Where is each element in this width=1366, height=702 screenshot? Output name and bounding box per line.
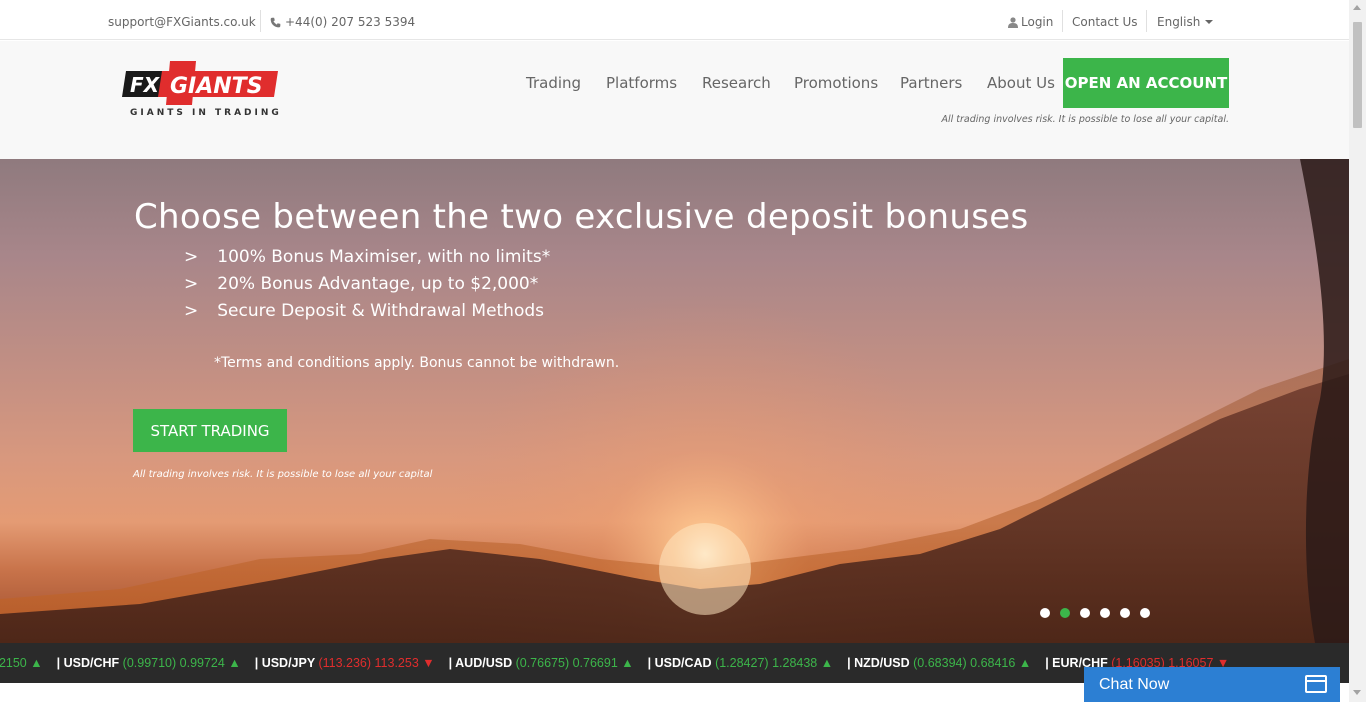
ticker-pair: USD/JPY (261, 656, 315, 670)
nav-about-us[interactable]: About Us (987, 74, 1055, 92)
scroll-down-arrow-icon[interactable] (1353, 690, 1361, 695)
vertical-scrollbar[interactable] (1349, 0, 1366, 702)
hero-risk-warning: All trading involves risk. It is possibl… (133, 469, 433, 480)
ticker-pair: USD/CAD (654, 656, 712, 670)
ticker-bid: (0.99710) (122, 656, 177, 670)
carousel-dots (1040, 608, 1150, 618)
arrow-up-icon: ▲ (30, 656, 43, 670)
carousel-dot-4[interactable] (1100, 608, 1110, 618)
language-label: English (1157, 15, 1201, 29)
carousel-dot-6[interactable] (1140, 608, 1150, 618)
ticker-item: | AUD/USD (0.76675) 0.76691 ▲ (448, 656, 634, 670)
ticker-ask: 32150 (0, 656, 27, 670)
bullet-text: Secure Deposit & Withdrawal Methods (217, 301, 545, 321)
bullet-text: 20% Bonus Advantage, up to $2,000* (217, 274, 539, 294)
ticker-item: | USD/JPY (113.236) 113.253 ▼ (254, 656, 435, 670)
nav-partners[interactable]: Partners (900, 74, 962, 92)
carousel-dot-3[interactable] (1080, 608, 1090, 618)
ticker-ask: 1.28438 (772, 656, 818, 670)
chat-now-widget[interactable]: Chat Now (1084, 667, 1340, 702)
ticker-ask: 0.68416 (970, 656, 1016, 670)
phone-icon (270, 17, 281, 27)
hero-title: Choose between the two exclusive deposit… (134, 197, 1029, 237)
contact-us-link[interactable]: Contact Us (1072, 15, 1138, 29)
list-item: > Secure Deposit & Withdrawal Methods (184, 301, 550, 328)
ticker-item: | USD/CAD (1.28427) 1.28438 ▲ (647, 656, 834, 670)
bonus-list: >100% Bonus Maximiser, with no limits* >… (184, 247, 550, 328)
user-icon (1008, 16, 1018, 28)
nav-research[interactable]: Research (702, 74, 771, 92)
chat-label: Chat Now (1099, 675, 1170, 693)
nav-trading[interactable]: Trading (526, 74, 581, 92)
bullet-marker: > (184, 247, 199, 267)
logo-fx-text: FX (130, 73, 161, 97)
ticker-bid: (0.76675) (515, 656, 570, 670)
ticker-item: | NZD/USD (0.68394) 0.68416 ▲ (847, 656, 1032, 670)
arrow-up-icon: ▲ (228, 656, 241, 670)
arrow-down-icon: ▼ (422, 656, 435, 670)
ticker-ask: 113.253 (374, 656, 419, 670)
hero-banner: Choose between the two exclusive deposit… (0, 159, 1349, 643)
terms-note: *Terms and conditions apply. Bonus canno… (214, 355, 620, 371)
phone-number: +44(0) 207 523 5394 (285, 15, 416, 29)
logo-tagline: GIANTS IN TRADING (130, 108, 282, 118)
divider (1062, 10, 1063, 32)
nav-promotions[interactable]: Promotions (794, 74, 878, 92)
arrow-up-icon: ▲ (1018, 656, 1032, 670)
ticker-pair: NZD/USD (854, 656, 910, 670)
divider (1146, 10, 1147, 32)
open-account-button[interactable]: OPEN AN ACCOUNT (1063, 58, 1229, 108)
ticker-pair: AUD/USD (455, 656, 513, 670)
start-trading-button[interactable]: START TRADING (133, 409, 287, 452)
carousel-dot-2[interactable] (1060, 608, 1070, 618)
ticker-pair: USD/CHF (63, 656, 120, 670)
bullet-marker: > (184, 274, 199, 294)
scroll-up-arrow-icon[interactable] (1353, 5, 1361, 10)
carousel-dot-5[interactable] (1120, 608, 1130, 618)
bullet-text: 100% Bonus Maximiser, with no limits* (217, 247, 551, 267)
ticker-ask: 0.99724 (179, 656, 225, 670)
logo-giants-text: GIANTS (170, 74, 263, 99)
ticker-partial: 32150 ▲ (0, 656, 43, 670)
ticker-item: | USD/CHF (0.99710) 0.99724 ▲ (56, 656, 241, 670)
phone-link[interactable]: +44(0) 207 523 5394 (270, 15, 415, 29)
ticker-bid: (113.236) (318, 656, 372, 670)
top-bar: support@FXGiants.co.uk +44(0) 207 523 53… (0, 0, 1349, 40)
header-risk-warning: All trading involves risk. It is possibl… (941, 114, 1229, 125)
ticker-ask: 0.76691 (572, 656, 618, 670)
bullet-marker: > (184, 301, 199, 321)
ticker-bid: (0.68394) (913, 656, 967, 670)
main-header: FX GIANTS GIANTS IN TRADING Trading Plat… (0, 41, 1349, 159)
login-link[interactable]: Login (1008, 15, 1053, 29)
list-item: >100% Bonus Maximiser, with no limits* (184, 247, 550, 274)
chat-window-icon (1305, 675, 1327, 693)
list-item: >20% Bonus Advantage, up to $2,000* (184, 274, 550, 301)
support-email-link[interactable]: support@FXGiants.co.uk (108, 15, 256, 29)
divider (260, 10, 261, 32)
arrow-up-icon: ▲ (820, 656, 834, 670)
language-selector[interactable]: English (1157, 15, 1214, 29)
carousel-dot-1[interactable] (1040, 608, 1050, 618)
ticker-row: 32150 ▲ | USD/CHF (0.99710) 0.99724 ▲ | … (0, 656, 1243, 670)
scrollbar-thumb[interactable] (1353, 22, 1362, 128)
nav-platforms[interactable]: Platforms (606, 74, 677, 92)
arrow-up-icon: ▲ (621, 656, 634, 670)
login-label: Login (1021, 15, 1054, 29)
ticker-bid: (1.28427) (715, 656, 769, 670)
caret-down-icon (1205, 20, 1214, 24)
